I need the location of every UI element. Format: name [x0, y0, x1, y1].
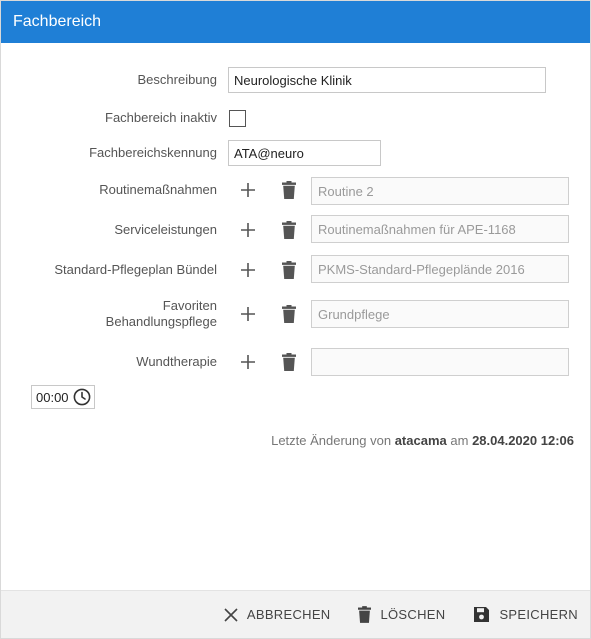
- cancel-button-label: ABBRECHEN: [246, 607, 331, 622]
- trash-icon: [282, 181, 296, 199]
- favoriten-label-line1: Favoriten: [162, 298, 217, 313]
- save-button-label: SPEICHERN: [499, 607, 578, 622]
- routinemassnahmen-field[interactable]: Routine 2: [311, 177, 569, 205]
- delete-button[interactable]: LÖSCHEN: [358, 606, 445, 623]
- trash-icon: [282, 305, 296, 323]
- favoriten-field[interactable]: Grundpflege: [311, 300, 569, 328]
- serviceleistungen-field[interactable]: Routinemaßnahmen für APE-1168: [311, 215, 569, 243]
- serviceleistungen-label: Serviceleistungen: [114, 222, 217, 237]
- pflegeplan-field[interactable]: PKMS-Standard-Pflegeplände 2016: [311, 255, 569, 283]
- serviceleistungen-delete-button[interactable]: [278, 219, 300, 241]
- plus-icon: [241, 355, 255, 369]
- inaktiv-checkbox[interactable]: [229, 110, 246, 127]
- pflegeplan-label: Standard-Pflegeplan Bündel: [54, 262, 217, 277]
- routinemassnahmen-delete-button[interactable]: [278, 179, 300, 201]
- close-icon: [224, 607, 238, 622]
- kennung-label: Fachbereichskennung: [89, 145, 217, 160]
- plus-icon: [241, 183, 255, 197]
- last-change-mid: am: [450, 433, 469, 448]
- pflegeplan-delete-button[interactable]: [278, 259, 300, 281]
- trash-icon: [282, 261, 296, 279]
- beschreibung-input[interactable]: Neurologische Klinik: [228, 67, 546, 93]
- time-picker[interactable]: 00:00: [31, 385, 95, 409]
- pflegeplan-add-button[interactable]: [237, 259, 259, 281]
- kennung-input[interactable]: ATA@neuro: [228, 140, 381, 166]
- dialog-title: Fachbereich: [13, 13, 102, 30]
- fachbereich-dialog: Fachbereich Beschreibung Neurologische K…: [0, 0, 591, 639]
- last-change-user: atacama: [394, 433, 447, 448]
- trash-icon: [282, 221, 296, 239]
- time-value: 00:00: [36, 389, 69, 405]
- dialog-header: Fachbereich: [1, 1, 590, 43]
- trash-icon: [282, 353, 296, 371]
- favoriten-delete-button[interactable]: [278, 303, 300, 325]
- last-change-info: Letzte Änderung von atacama am 28.04.202…: [271, 433, 574, 448]
- beschreibung-label: Beschreibung: [137, 72, 218, 87]
- plus-icon: [241, 223, 255, 237]
- trash-icon: [358, 606, 372, 623]
- plus-icon: [241, 263, 255, 277]
- inaktiv-label: Fachbereich inaktiv: [105, 110, 217, 125]
- delete-button-label: LÖSCHEN: [380, 607, 446, 622]
- routinemassnahmen-add-button[interactable]: [237, 179, 259, 201]
- dialog-footer: ABBRECHEN LÖSCHEN SPEICHERN: [1, 590, 590, 638]
- wundtherapie-field[interactable]: [311, 348, 569, 376]
- floppy-disk-icon: [474, 607, 490, 622]
- plus-icon: [241, 307, 255, 321]
- favoriten-add-button[interactable]: [237, 303, 259, 325]
- favoriten-label: Favoriten Behandlungspflege: [37, 298, 217, 330]
- last-change-datetime: 28.04.2020 12:06: [472, 433, 574, 448]
- last-change-prefix: Letzte Änderung von: [271, 433, 392, 448]
- routinemassnahmen-label: Routinemaßnahmen: [99, 182, 217, 197]
- clock-icon[interactable]: [73, 388, 91, 406]
- cancel-button[interactable]: ABBRECHEN: [224, 607, 331, 622]
- favoriten-label-line2: Behandlungspflege: [105, 314, 217, 329]
- wundtherapie-add-button[interactable]: [237, 351, 259, 373]
- wundtherapie-delete-button[interactable]: [278, 351, 300, 373]
- wundtherapie-label: Wundtherapie: [136, 354, 217, 369]
- serviceleistungen-add-button[interactable]: [237, 219, 259, 241]
- save-button[interactable]: SPEICHERN: [473, 606, 578, 623]
